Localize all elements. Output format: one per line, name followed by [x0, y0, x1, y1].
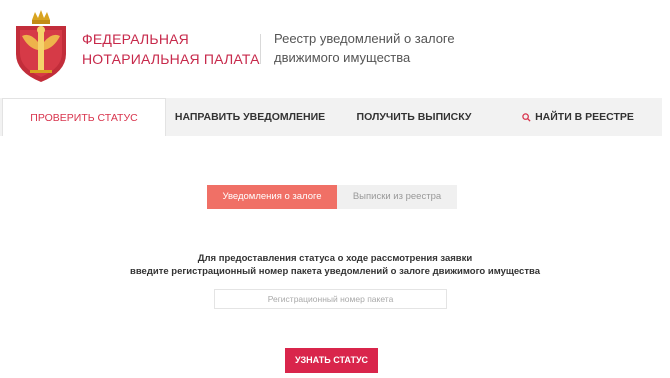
registry-title-line2: движимого имущества [274, 50, 411, 65]
organization-name: ФЕДЕРАЛЬНАЯ НОТАРИАЛЬНАЯ ПАЛАТА [82, 29, 260, 69]
toggle-notifications[interactable]: Уведомления о залоге [207, 185, 337, 209]
tab-label: НАЙТИ В РЕЕСТРЕ [535, 111, 634, 123]
main-nav: ПРОВЕРИТЬ СТАТУС НАПРАВИТЬ УВЕДОМЛЕНИЕ П… [0, 98, 662, 136]
registry-title: Реестр уведомлений о залоге движимого им… [274, 29, 455, 67]
tab-label: ПОЛУЧИТЬ ВЫПИСКУ [356, 111, 472, 123]
toggle-extracts[interactable]: Выписки из реестра [337, 185, 457, 209]
input-placeholder: Регистрационный номер пакета [267, 294, 394, 304]
header-divider [260, 34, 261, 64]
tab-find-in-registry[interactable]: НАЙТИ В РЕЕСТРЕ [494, 98, 662, 136]
search-icon [522, 112, 531, 122]
tab-get-extract[interactable]: ПОЛУЧИТЬ ВЫПИСКУ [334, 98, 494, 136]
org-name-line2: НОТАРИАЛЬНАЯ ПАЛАТА [82, 51, 260, 67]
org-name-line1: ФЕДЕРАЛЬНАЯ [82, 31, 189, 47]
tab-label: ПРОВЕРИТЬ СТАТУС [30, 112, 138, 124]
instruction-line2: введите регистрационный номер пакета уве… [129, 266, 540, 277]
registration-number-input[interactable]: Регистрационный номер пакета [214, 289, 447, 309]
check-status-button[interactable]: УЗНАТЬ СТАТУС [285, 348, 378, 373]
tab-label: НАПРАВИТЬ УВЕДОМЛЕНИЕ [174, 111, 326, 123]
instruction-line1: Для предоставления статуса о ходе рассмо… [197, 253, 473, 264]
tab-send-notification[interactable]: НАПРАВИТЬ УВЕДОМЛЕНИЕ [166, 98, 334, 136]
notary-emblem-logo[interactable] [8, 6, 74, 86]
site-header: ФЕДЕРАЛЬНАЯ НОТАРИАЛЬНАЯ ПАЛАТА Реестр у… [0, 0, 670, 98]
registry-title-line1: Реестр уведомлений о залоге [274, 31, 455, 46]
tab-check-status[interactable]: ПРОВЕРИТЬ СТАТУС [2, 98, 166, 136]
